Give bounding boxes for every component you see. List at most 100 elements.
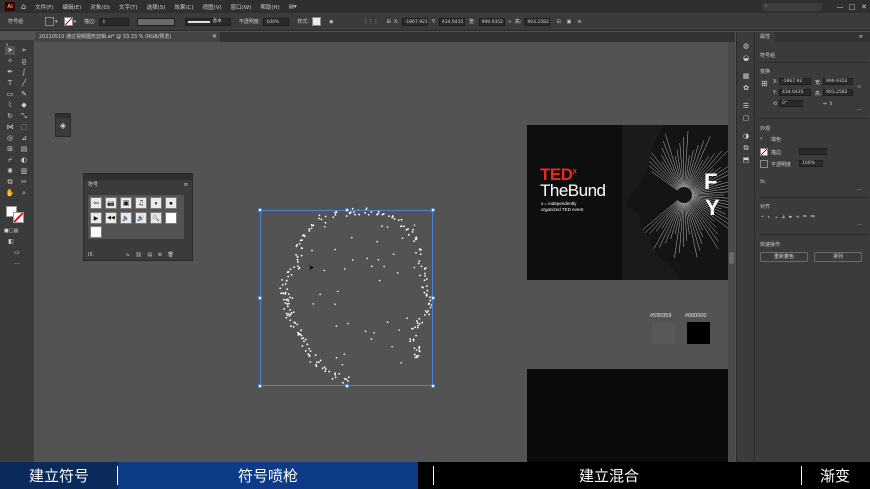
symbol-volume-low-icon[interactable]: 🔈 (120, 212, 132, 224)
brushes-panel-icon[interactable]: ✿ (741, 84, 751, 93)
resize-handle[interactable] (345, 208, 349, 212)
symbols-panel-tab[interactable]: 符号 ≡ (84, 180, 192, 190)
reference-point-icon[interactable]: ⊞ (761, 79, 768, 88)
transform-icon[interactable]: ⊟ (556, 19, 560, 25)
shape-builder-tool-icon[interactable]: ◎ (5, 134, 15, 143)
reference-point-icon[interactable]: ⊞ (386, 19, 390, 25)
isolate-icon[interactable]: ▣ (567, 19, 572, 25)
brush-style-field[interactable]: 基本 (184, 17, 231, 26)
width-field[interactable]: 999.9352 (478, 17, 505, 26)
symbol-rewind-icon[interactable]: ◀◀ (105, 212, 117, 224)
align-icons-row[interactable]: ⫞⫟⫠⫡⫢⫣⫤⫥ (761, 214, 819, 220)
recolor-icon[interactable]: ◉ (329, 19, 333, 25)
x-field[interactable]: -1867.921 (401, 17, 428, 26)
fill-toggle-icon[interactable]: ▿ (760, 136, 763, 142)
hand-tool-icon[interactable]: ✋ (5, 189, 15, 198)
document-tab[interactable]: 20210510 通过视频图形剪辑.ai* @ 33.33 % (RGB/预览)… (35, 32, 220, 42)
mesh-tool-icon[interactable]: ⊞ (5, 145, 15, 154)
opacity-checkbox[interactable] (760, 160, 768, 168)
free-transform-tool-icon[interactable]: ⬚ (19, 123, 29, 132)
chevron-down-icon[interactable]: ▾ (74, 19, 77, 25)
resize-handle[interactable] (431, 296, 435, 300)
color-panel-icon[interactable]: ◍ (741, 42, 751, 51)
rectangle-tool-icon[interactable]: ▭ (5, 90, 15, 99)
panel-menu-icon[interactable]: ≡ (184, 180, 188, 190)
menu-select[interactable]: 选择(S) (147, 3, 166, 11)
fill-swatch[interactable] (45, 17, 55, 26)
minimize-button[interactable]: — (834, 3, 846, 11)
opacity-field[interactable]: 100% (799, 160, 823, 167)
eraser-tool-icon[interactable]: ◆ (19, 101, 29, 110)
rotate-field[interactable]: 0° (779, 100, 803, 107)
arrange-button[interactable]: 排列 (814, 252, 862, 262)
stroke-swatch[interactable] (63, 17, 73, 26)
symbol-music-icon[interactable]: ♫ (135, 197, 147, 209)
brush-tool-icon[interactable]: ⌇ (5, 101, 15, 110)
more-options-icon[interactable]: ··· (857, 107, 862, 113)
stroke-swatch[interactable] (760, 148, 768, 156)
selection-tool-icon[interactable]: ➤ (5, 46, 15, 55)
symbol-film-icon[interactable]: ▣ (120, 197, 132, 209)
flip-icons[interactable]: ⇔ ⇕ (823, 101, 833, 107)
opacity-field[interactable]: 100% (263, 17, 290, 26)
black-swatch[interactable] (687, 322, 710, 344)
new-symbol-icon[interactable]: ⊕ (158, 252, 162, 258)
type-tool-icon[interactable]: T (5, 79, 15, 88)
resize-handle[interactable] (431, 208, 435, 212)
blend-tool-icon[interactable]: ◐ (19, 156, 29, 165)
symbol-camera-icon[interactable]: 📷 (105, 197, 117, 209)
menu-window[interactable]: 窗口(W) (231, 3, 252, 11)
delete-icon[interactable]: 🗑 (167, 252, 173, 258)
y-field[interactable]: 434.0435 (438, 17, 465, 26)
symbol-volume-high-icon[interactable]: 🔊 (135, 212, 147, 224)
more-options-icon[interactable]: ··· (857, 222, 862, 228)
align-icons[interactable]: ⋮⋮⋮ (363, 19, 378, 25)
x-field[interactable]: -1867.92 (779, 78, 811, 85)
stroke-panel-icon[interactable]: ☰ (741, 102, 751, 111)
link-icon[interactable]: ∞ (508, 19, 512, 25)
layers-icon[interactable]: ◈ (56, 118, 70, 134)
swatches-panel-icon[interactable]: ▦ (741, 72, 751, 81)
chevron-down-icon[interactable]: ▾ (55, 19, 58, 25)
menu-effect[interactable]: 效果(C) (174, 3, 193, 11)
variable-width-field[interactable] (136, 17, 175, 26)
symbol-pause-icon[interactable]: ⏸ (150, 197, 162, 209)
graphic-styles-icon[interactable]: ⬒ (741, 156, 751, 165)
stroke-color-swatch[interactable] (13, 212, 24, 223)
selection-bounding-box[interactable] (258, 208, 435, 388)
pen-tool-icon[interactable]: ✒ (5, 68, 15, 77)
transparency-panel-icon[interactable]: ◑ (741, 132, 751, 141)
width-tool-icon[interactable]: ⋈ (5, 123, 15, 132)
symbol-search-icon[interactable]: 🔍 (150, 212, 162, 224)
resize-handle[interactable] (258, 296, 262, 300)
more-tools-icon[interactable]: ··· (12, 260, 22, 269)
stroke-weight-field[interactable]: ⇕ (98, 17, 129, 26)
home-icon[interactable]: ⌂ (21, 2, 26, 11)
width-field[interactable]: 999.9352 (823, 78, 853, 85)
close-icon[interactable]: ✕ (212, 32, 217, 42)
symbol-options-icon[interactable]: ▤ (147, 252, 152, 258)
height-field[interactable]: 903.2582 (823, 89, 853, 96)
artboard-tool-icon[interactable]: ⧉ (5, 178, 15, 187)
panel-menu-icon[interactable]: ≡ (854, 32, 868, 42)
color-mode-icon[interactable]: ■□▨ (4, 227, 18, 236)
menu-view[interactable]: 视图(V) (203, 3, 222, 11)
fx-label[interactable]: fx. (760, 179, 766, 185)
menu-object[interactable]: 对象(O) (90, 3, 110, 11)
menu-help[interactable]: 帮助(H) (260, 3, 279, 11)
graph-tool-icon[interactable]: ▥ (19, 167, 29, 176)
panel-menu-icon[interactable]: ≡ (577, 19, 581, 25)
zoom-tool-icon[interactable]: ⌕ (19, 189, 29, 198)
height-field[interactable]: 903.2582 (524, 17, 551, 26)
slice-tool-icon[interactable]: ✂ (19, 178, 29, 187)
symbol-white-square[interactable] (165, 212, 177, 224)
resize-handle[interactable] (258, 208, 262, 212)
vertical-scrollbar[interactable] (728, 42, 735, 462)
gradient-tool-icon[interactable]: ▤ (19, 145, 29, 154)
symbol-stop-icon[interactable]: ⏹ (165, 197, 177, 209)
properties-tab[interactable]: 属性 (755, 32, 776, 42)
y-field[interactable]: 434.0435 (779, 89, 811, 96)
link-icon[interactable]: ∞ (857, 84, 861, 90)
symbol-dot-selected[interactable] (90, 226, 102, 238)
help-search-input[interactable]: ⌕ (762, 2, 822, 11)
